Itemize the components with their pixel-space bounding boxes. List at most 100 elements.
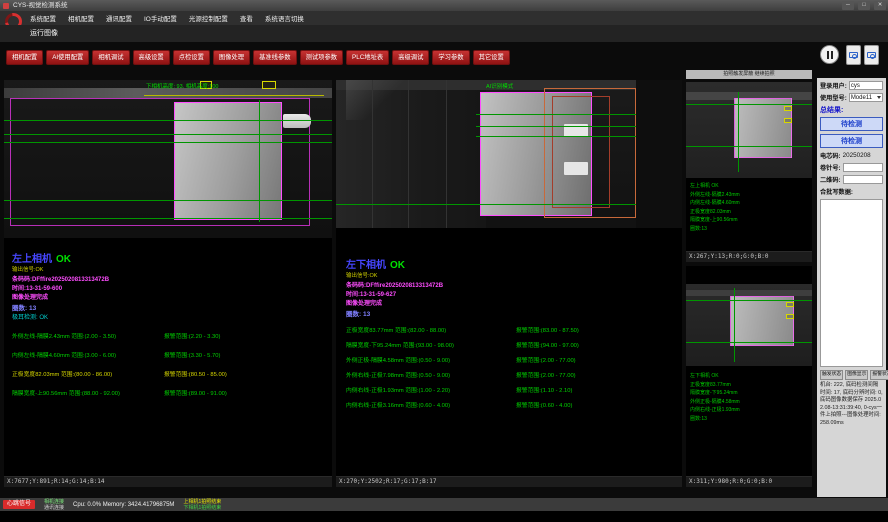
measurement-row: 正极宽度82.03mm 范围:(80.00 - 86.00)报警范围:(80.5… (12, 366, 227, 385)
tab-plc-address[interactable]: PLC地址表 (346, 50, 389, 65)
value-highlight-box (786, 314, 794, 319)
menu-item-view[interactable]: 查看 (240, 13, 253, 23)
total-result-label: 总结果: (820, 105, 883, 115)
pixel-coordinate-readout: X:267;Y:13;R:0;G:0;B:0 (686, 251, 812, 262)
cpu-memory-readout: Cpu: 0.0% Memory: 3424.41796875M (73, 502, 174, 508)
batch-write-label: 合批写数据: (820, 187, 883, 196)
image-display-button[interactable]: 图像显示 (845, 370, 868, 380)
tab-image-processing[interactable]: 图像处理 (213, 50, 250, 65)
pause-button[interactable] (820, 45, 839, 64)
preview-text-block: 左上相机 OK 外侧左线-隔膜2.43mm 内侧左线-隔膜4.60mm 正极宽度… (690, 182, 740, 233)
link-status: 相机连接 通讯连接 (44, 499, 64, 511)
machine-edge (408, 80, 409, 228)
camera-name: 左上相机 (12, 254, 52, 265)
measure-line-green (4, 134, 332, 135)
camera-icon (849, 52, 858, 58)
measurement-rows: 正极宽度83.77mm 范围:(82.00 - 88.00)报警范围:(83.0… (346, 324, 579, 414)
turn-count: 圈数: 13 (346, 308, 370, 318)
close-button[interactable]: ✕ (874, 1, 886, 10)
model-select[interactable]: Mode11 (849, 93, 883, 102)
qr-code-label: 二维码: (820, 175, 841, 184)
tab-camera-config[interactable]: 相机配置 (6, 50, 43, 65)
heartbeat-indicator: 心跳信号 (3, 500, 35, 509)
capture-messages: 上相机1拍照结束 下相机1拍照结束 (183, 499, 221, 511)
model-label: 使用型号: (820, 93, 847, 102)
tab-connector (283, 114, 311, 128)
camera-name: 左下相机 (346, 260, 386, 271)
measurement-row: 隔膜宽度-下95.24mm 范围:(93.00 - 98.00)报警范围:(94… (346, 339, 579, 354)
menu-item-comm-config[interactable]: 通讯配置 (106, 13, 132, 23)
tab-baseline-params[interactable]: 基准线参数 (253, 50, 296, 65)
output-signal: 输出信号:OK (12, 265, 43, 273)
light-streak (346, 80, 406, 120)
qr-code-field[interactable] (843, 175, 883, 184)
camera-save-button[interactable] (864, 45, 879, 65)
measure-line-green (686, 146, 812, 147)
camera-capture-button[interactable] (846, 45, 861, 65)
measurement-row: 内侧左线-隔膜4.60mm 范围:(3.00 - 6.00)报警范围:(3.30… (12, 347, 227, 366)
pause-icon (827, 51, 829, 59)
run-image-tab[interactable]: 运行图像 (0, 25, 888, 42)
data-list-area[interactable] (820, 199, 883, 367)
preview-bottom-image[interactable] (686, 284, 812, 366)
preview-top-image[interactable] (686, 82, 812, 178)
tab-other-settings[interactable]: 其它设置 (473, 50, 510, 65)
height-overlay-label: 下相机高度: 93. 相机高度:100 (146, 82, 218, 90)
barcode-text: 条码码:DFffire2025020813313472B (12, 274, 109, 283)
menu-item-language[interactable]: 系统语言切换 (265, 13, 304, 23)
tab-camera-debug[interactable]: 相机调试 (92, 50, 129, 65)
measurement-row: 外侧正极-隔膜4.58mm 范围:(0.50 - 9.00)报警范围:(2.00… (346, 354, 579, 369)
trigger-note: 拍照触发屏蔽 继续拍照 (686, 70, 812, 79)
measurement-rows: 外侧左线-隔膜2.43mm 范围:(2.00 - 3.50)报警范围:(2.20… (12, 328, 227, 404)
ai-mode-label: AI识别模式 (486, 82, 513, 90)
machine-edge (446, 80, 447, 228)
preview-bottom-panel: 左下相机 OK 正极宽度83.77mm 隔膜宽度-下95.24mm 外侧正极-隔… (686, 266, 812, 487)
alarm-status-button[interactable]: 报警状态 (870, 370, 888, 380)
settings-toolbar: 相机配置 AI使用配置 相机调试 高级设置 点检设置 图像处理 基准线参数 测试… (6, 50, 510, 65)
maximize-button[interactable]: □ (858, 1, 870, 10)
value-highlight-box (262, 81, 276, 89)
tab-test-params[interactable]: 测试项参数 (300, 50, 343, 65)
preview-top-panel: 左上相机 OK 外侧左线-隔膜2.43mm 内侧左线-隔膜4.60mm 正极宽度… (686, 82, 812, 262)
measure-line-green (686, 342, 812, 343)
measurement-row: 正极宽度83.77mm 范围:(82.00 - 88.00)报警范围:(83.0… (346, 324, 579, 339)
menu-item-camera-config[interactable]: 相机配置 (68, 13, 94, 23)
pixel-coordinate-readout: X:270;Y:2502;R:17;G:17;B:17 (336, 476, 682, 487)
menu-item-light-control[interactable]: 光源控制配置 (189, 13, 228, 23)
tab-spot-check[interactable]: 点检设置 (173, 50, 210, 65)
minimize-button[interactable]: ─ (842, 1, 854, 10)
login-user-field[interactable]: cys (849, 81, 883, 90)
tab-learning-params[interactable]: 学习参数 (432, 50, 469, 65)
left-camera-image[interactable]: 下相机高度: 93. 相机高度:100 (4, 80, 332, 238)
output-signal: 输出信号:OK (346, 271, 377, 279)
cell-code-label: 电芯码: (820, 151, 841, 160)
camera-result-title: 左下相机OK (346, 256, 405, 271)
trigger-status-button[interactable]: 触发状态 (820, 370, 843, 380)
time-text: 时间:13-31-59-600 (12, 283, 62, 292)
tab-advanced-settings[interactable]: 高级设置 (133, 50, 170, 65)
ai-inner-box (552, 96, 610, 208)
tab-advanced-debug[interactable]: 高级调试 (392, 50, 429, 65)
measurement-row: 隔膜宽度-上90.56mm 范围:(88.00 - 92.00)报警范围:(89… (12, 385, 227, 404)
menu-item-system-config[interactable]: 系统配置 (30, 13, 56, 23)
measure-line-green (4, 120, 332, 121)
measurement-row: 外侧右线-正极7.98mm 范围:(0.50 - 9.00)报警范围:(2.00… (346, 369, 579, 384)
pin-number-label: 卷针号: (820, 163, 841, 172)
menu-item-io-manual[interactable]: IO手动配置 (144, 13, 177, 23)
right-camera-image[interactable]: AI识别模式 (336, 80, 682, 228)
measure-line-green (336, 204, 682, 205)
runtime-stats-text: 机台: 222, 底码检测间隔时间: 17, 底码分辨时间: 0, 底码图像数据… (820, 382, 883, 427)
lower-camera-message: 下相机1拍照结束 (183, 505, 221, 511)
process-status: 图像处理完成 (12, 292, 48, 301)
pause-icon (831, 51, 833, 59)
chevron-down-icon (877, 96, 881, 99)
result-display-bottom: 待检测 (820, 134, 883, 148)
camera-icon (867, 52, 876, 58)
cell-code-value: 20250208 (843, 152, 871, 159)
barcode-text: 条码码:DFffire2025020813313472B (346, 280, 443, 289)
tab-ai-usage[interactable]: AI使用配置 (46, 50, 89, 65)
process-status: 图像处理完成 (346, 298, 382, 307)
login-user-label: 登录用户: (820, 81, 847, 90)
measure-line-green (4, 142, 332, 143)
pin-number-field[interactable] (843, 163, 883, 172)
